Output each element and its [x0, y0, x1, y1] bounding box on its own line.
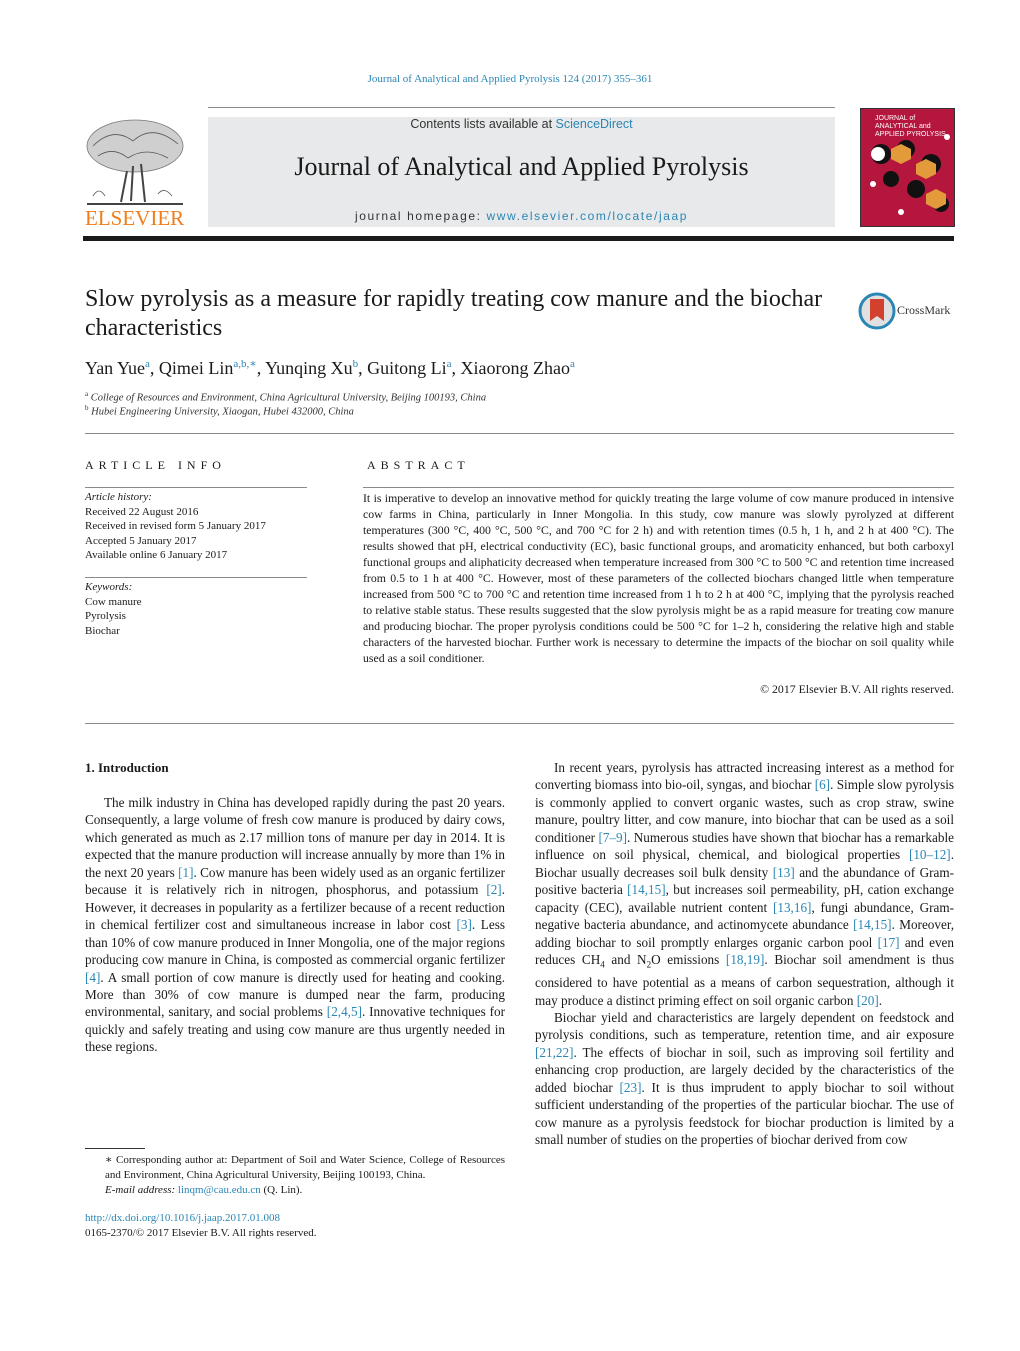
abstract-copyright: © 2017 Elsevier B.V. All rights reserved… — [760, 682, 954, 696]
paragraph: In recent years, pyrolysis has attracted… — [535, 760, 955, 1008]
sciencedirect-link[interactable]: ScienceDirect — [556, 117, 633, 131]
citation-link[interactable]: [2] — [486, 882, 501, 897]
divider — [363, 487, 954, 488]
citation-link[interactable]: [14,15] — [627, 882, 665, 897]
affiliation-text: Hubei Engineering University, Xiaogan, H… — [91, 406, 354, 418]
keywords: Keywords: Cow manure Pyrolysis Biochar — [85, 580, 142, 638]
header-thick-rule — [83, 236, 954, 241]
crossmark-icon[interactable] — [858, 292, 896, 330]
keyword[interactable]: Cow manure — [85, 595, 142, 610]
intro-right-column: In recent years, pyrolysis has attracted… — [535, 759, 954, 1149]
keyword[interactable]: Biochar — [85, 624, 142, 639]
affiliation-b: b Hubei Engineering University, Xiaogan,… — [85, 404, 354, 418]
citation-link[interactable]: [17] — [878, 935, 900, 950]
keyword[interactable]: Pyrolysis — [85, 609, 142, 624]
contents-prefix: Contents lists available at — [410, 117, 556, 131]
subscript: 4 — [600, 959, 605, 970]
subscript: 2 — [646, 959, 652, 970]
email-link[interactable]: linqm@cau.edu.cn — [178, 1184, 261, 1196]
history-item: Accepted 5 January 2017 — [85, 534, 197, 547]
citation-link[interactable]: [14,15] — [853, 917, 891, 932]
doi-link[interactable]: http://dx.doi.org/10.1016/j.jaap.2017.01… — [85, 1211, 317, 1226]
email-suffix: (Q. Lin). — [260, 1184, 303, 1196]
email-line: E-mail address: linqm@cau.edu.cn (Q. Lin… — [85, 1183, 505, 1198]
homepage-prefix: journal homepage: — [354, 209, 487, 223]
history-item: Received 22 August 2016 — [85, 505, 199, 518]
header-top-rule — [208, 107, 835, 108]
abstract-heading: ABSTRACT — [367, 458, 470, 472]
citation-link[interactable]: [3] — [456, 917, 471, 932]
article-title: Slow pyrolysis as a measure for rapidly … — [85, 286, 823, 341]
author-list: Yan Yuea, Qimei Lina,b,∗, Yunqing Xub, G… — [85, 358, 575, 378]
author-name[interactable]: Yunqing Xu — [265, 358, 353, 378]
section-heading-introduction: 1. Introduction — [85, 760, 169, 775]
paragraph: The milk industry in China has developed… — [85, 795, 506, 1055]
citation-link[interactable]: [4] — [85, 970, 100, 985]
history-item: Available online 6 January 2017 — [85, 549, 228, 561]
history-label: Article history: — [85, 491, 152, 503]
article-info-heading: ARTICLE INFO — [85, 458, 226, 472]
divider — [85, 723, 954, 724]
issn-copyright: 0165-2370/© 2017 Elsevier B.V. All right… — [85, 1227, 317, 1239]
citation-link[interactable]: [18,19] — [726, 952, 764, 967]
author-affiliation-mark[interactable]: b — [353, 358, 359, 370]
author-affiliation-mark[interactable]: a — [447, 358, 452, 370]
affiliation-mark: a — [85, 390, 89, 398]
article-history: Article history: Received 22 August 2016… — [85, 490, 266, 563]
journal-cover-image[interactable]: JOURNAL of ANALYTICAL and APPLIED PYROLY… — [860, 108, 955, 227]
author-affiliation-mark[interactable]: a — [570, 358, 575, 370]
contents-line: Contents lists available at ScienceDirec… — [208, 117, 835, 131]
divider — [85, 433, 954, 434]
citation-link[interactable]: [13] — [773, 865, 795, 880]
affiliation-text: College of Resources and Environment, Ch… — [90, 392, 487, 404]
author-name[interactable]: Qimei Lin — [159, 358, 234, 378]
keywords-label: Keywords: — [85, 581, 133, 593]
author-name[interactable]: Yan Yue — [85, 358, 145, 378]
abstract-text: It is imperative to develop an innovativ… — [363, 491, 954, 665]
affiliation-a: a College of Resources and Environment, … — [85, 390, 486, 404]
intro-left-column: The milk industry in China has developed… — [85, 794, 505, 1056]
corresponding-author-text: ∗ Corresponding author at: Department of… — [105, 1154, 505, 1181]
affiliation-mark: b — [85, 404, 89, 412]
footnote-rule — [85, 1148, 145, 1149]
citation-link[interactable]: [23] — [620, 1080, 642, 1095]
citation-link[interactable]: [6] — [815, 777, 830, 792]
citation-link[interactable]: [20] — [857, 993, 879, 1008]
divider — [85, 577, 307, 578]
paragraph: Biochar yield and characteristics are la… — [535, 1009, 955, 1148]
journal-reference[interactable]: Journal of Analytical and Applied Pyroly… — [0, 73, 1020, 85]
crossmark-label[interactable]: CrossMark — [897, 303, 950, 318]
citation-link[interactable]: [2,4,5] — [327, 1004, 362, 1019]
cover-title-line: ANALYTICAL and — [875, 123, 931, 130]
homepage-line: journal homepage: www.elsevier.com/locat… — [208, 209, 835, 223]
homepage-link[interactable]: www.elsevier.com/locate/jaap — [487, 209, 689, 223]
author-name[interactable]: Guitong Li — [367, 358, 447, 378]
doi-block: http://dx.doi.org/10.1016/j.jaap.2017.01… — [85, 1211, 317, 1241]
elsevier-wordmark[interactable]: ELSEVIER — [85, 206, 184, 231]
citation-link[interactable]: [10–12] — [909, 847, 951, 862]
author-name[interactable]: Xiaorong Zhao — [461, 358, 570, 378]
email-label: E-mail address: — [105, 1184, 178, 1196]
citation-link[interactable]: [13,16] — [773, 900, 811, 915]
citation-link[interactable]: [7–9] — [598, 830, 627, 845]
cover-title: JOURNAL of ANALYTICAL and APPLIED PYROLY… — [875, 115, 946, 139]
author-affiliation-mark[interactable]: a,b,∗ — [233, 358, 256, 370]
divider — [85, 487, 307, 488]
cover-title-line: JOURNAL of — [875, 115, 916, 122]
corresponding-author-footnote: ∗ Corresponding author at: Department of… — [85, 1153, 505, 1198]
history-item: Received in revised form 5 January 2017 — [85, 520, 266, 532]
journal-title: Journal of Analytical and Applied Pyroly… — [294, 152, 749, 181]
citation-link[interactable]: [1] — [178, 865, 193, 880]
author-affiliation-mark[interactable]: a — [145, 358, 150, 370]
cover-title-line: APPLIED PYROLYSIS — [875, 131, 946, 138]
citation-link[interactable]: [21,22] — [535, 1045, 573, 1060]
